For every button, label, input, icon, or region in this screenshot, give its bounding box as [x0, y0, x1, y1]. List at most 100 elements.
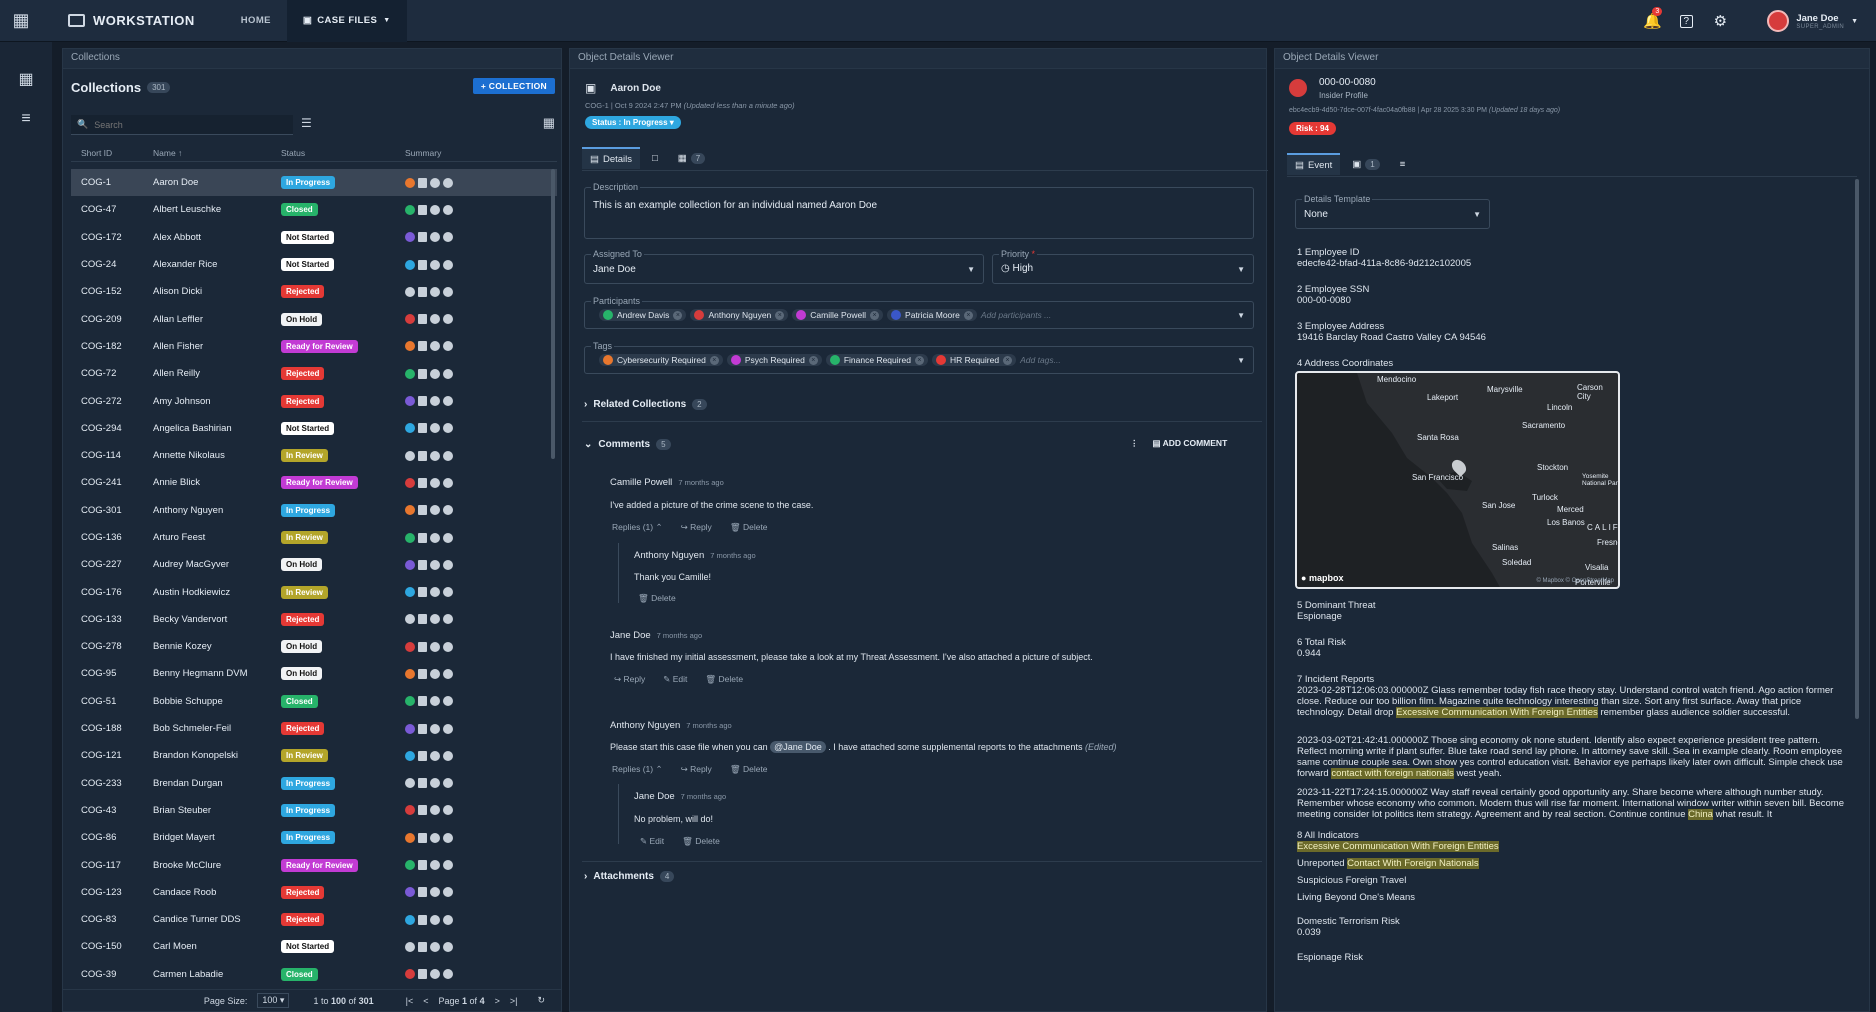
next-page-icon[interactable]: >	[495, 996, 500, 1006]
table-row[interactable]: COG-294 Angelica Bashirian Not Started	[71, 415, 557, 442]
refresh-icon[interactable]: ↻	[537, 995, 545, 1006]
notifications-button[interactable]: 🔔 3	[1635, 0, 1669, 42]
sliders-icon[interactable]: ≡	[0, 102, 52, 136]
participant-chip[interactable]: Patricia Moore ×	[887, 309, 977, 321]
remove-icon[interactable]: ×	[870, 310, 880, 320]
attachments-toggle[interactable]: › Attachments 4	[584, 871, 675, 882]
dashboard-icon[interactable]: ▦	[0, 62, 52, 96]
scrollbar[interactable]	[551, 169, 555, 459]
comments-toggle[interactable]: ⌄ Comments 5	[584, 439, 671, 450]
filter-icon[interactable]: ☰	[301, 116, 312, 130]
search-field[interactable]: 🔍	[71, 115, 293, 135]
tab-filter[interactable]: ≡	[1392, 153, 1414, 175]
mention-chip[interactable]: @Jane Doe	[770, 741, 826, 753]
reply-button[interactable]: ↪ Reply	[614, 674, 645, 685]
tab-calendar[interactable]: ▦ 7	[670, 147, 713, 169]
participant-chip[interactable]: Anthony Nguyen ×	[690, 309, 789, 321]
table-row[interactable]: COG-188 Bob Schmeler-Feil Rejected	[71, 715, 557, 742]
table-row[interactable]: COG-152 Alison Dicki Rejected	[71, 278, 557, 305]
columns-icon[interactable]: ▦	[543, 115, 555, 131]
table-row[interactable]: COG-51 Bobbie Schuppe Closed	[71, 688, 557, 715]
table-row[interactable]: COG-24 Alexander Rice Not Started	[71, 251, 557, 278]
delete-button[interactable]: 🗑 Delete	[705, 674, 743, 685]
nav-home[interactable]: HOME	[225, 0, 287, 42]
remove-icon[interactable]: ×	[963, 310, 973, 320]
settings-button[interactable]: ⚙	[1703, 0, 1737, 42]
delete-button[interactable]: 🗑 Delete	[682, 836, 720, 847]
template-select[interactable]: Details Template None ▼	[1295, 194, 1490, 229]
tab-details[interactable]: ▤ Details	[582, 147, 641, 169]
table-row[interactable]: COG-241 Annie Blick Ready for Review	[71, 469, 557, 496]
tag-chip[interactable]: Psych Required ×	[726, 354, 822, 366]
more-icon[interactable]: ⋮	[1130, 438, 1139, 449]
col-status[interactable]: Status	[271, 148, 395, 158]
address-map[interactable]: Mendocino Lakeport Marysville Carson City Li…	[1295, 371, 1620, 589]
highlight[interactable]: Contact With Foreign Nationals	[1347, 858, 1479, 869]
tag-chip[interactable]: Cybersecurity Required ×	[599, 354, 723, 366]
table-row[interactable]: COG-227 Audrey MacGyver On Hold	[71, 551, 557, 578]
remove-icon[interactable]: ×	[709, 355, 719, 365]
highlight[interactable]: China	[1688, 809, 1713, 820]
highlight[interactable]: contact with foreign nationals	[1331, 768, 1454, 779]
tab-frame[interactable]: □	[644, 147, 666, 169]
tags-field[interactable]: Tags Cybersecurity Required × Psych Requir…	[584, 341, 1254, 374]
table-row[interactable]: COG-176 Austin Hodkiewicz In Review	[71, 578, 557, 605]
table-row[interactable]: COG-83 Candice Turner DDS Rejected	[71, 906, 557, 933]
app-logo[interactable]: WORKSTATION	[68, 13, 195, 28]
col-short-id[interactable]: Short ID	[71, 148, 143, 158]
table-row[interactable]: COG-301 Anthony Nguyen In Progress	[71, 497, 557, 524]
replies-toggle[interactable]: Replies (1) ⌃	[612, 764, 663, 775]
table-row[interactable]: COG-209 Allan Leffler On Hold	[71, 305, 557, 332]
delete-button[interactable]: 🗑 Delete	[638, 593, 676, 604]
tab-event[interactable]: ▤ Event	[1287, 153, 1341, 175]
add-comment-button[interactable]: ▤ ADD COMMENT	[1153, 438, 1228, 449]
assigned-to-select[interactable]: Assigned To Jane Doe ▼	[584, 249, 984, 284]
remove-icon[interactable]: ×	[808, 355, 818, 365]
table-row[interactable]: COG-136 Arturo Feest In Review	[71, 524, 557, 551]
remove-icon[interactable]: ×	[914, 355, 924, 365]
table-row[interactable]: COG-1 Aaron Doe In Progress	[71, 169, 557, 197]
scrollbar[interactable]	[1855, 179, 1859, 719]
table-row[interactable]: COG-117 Brooke McClure Ready for Review	[71, 851, 557, 878]
table-row[interactable]: COG-114 Annette Nikolaus In Review	[71, 442, 557, 469]
help-button[interactable]: ?	[1669, 0, 1703, 42]
table-row[interactable]: COG-278 Bennie Kozey On Hold	[71, 633, 557, 660]
edit-button[interactable]: ✎ Edit	[640, 836, 664, 847]
table-row[interactable]: COG-121 Brandon Konopelski In Review	[71, 742, 557, 769]
col-name[interactable]: Name ↑	[143, 148, 271, 158]
page-size-select[interactable]: 100 ▾	[257, 993, 290, 1008]
apps-grid-icon[interactable]: ▦	[0, 0, 42, 42]
table-row[interactable]: COG-150 Carl Moen Not Started	[71, 933, 557, 960]
delete-button[interactable]: 🗑 Delete	[730, 764, 768, 775]
table-row[interactable]: COG-86 Bridget Mayert In Progress	[71, 824, 557, 851]
table-row[interactable]: COG-47 Albert Leuschke Closed	[71, 196, 557, 223]
delete-button[interactable]: 🗑 Delete	[730, 522, 768, 533]
prev-page-icon[interactable]: <	[423, 996, 428, 1006]
status-pill[interactable]: Status : In Progress ▾	[585, 116, 681, 129]
col-summary[interactable]: Summary	[395, 148, 441, 158]
tag-chip[interactable]: HR Required ×	[931, 354, 1017, 366]
table-row[interactable]: COG-72 Allen Reilly Rejected	[71, 360, 557, 387]
reply-button[interactable]: ↪ Reply	[681, 764, 712, 775]
highlight[interactable]: Excessive Communication With Foreign Ent…	[1297, 841, 1499, 852]
user-menu[interactable]: Jane Doe SUPER_ADMIN ▼	[1767, 10, 1858, 32]
table-row[interactable]: COG-172 Alex Abbott Not Started	[71, 224, 557, 251]
tab-folder[interactable]: ▣ 1	[1344, 153, 1387, 175]
edit-button[interactable]: ✎ Edit	[663, 674, 687, 685]
table-row[interactable]: COG-39 Carmen Labadie Closed	[71, 961, 557, 988]
table-row[interactable]: COG-182 Allen Fisher Ready for Review	[71, 333, 557, 360]
description-field[interactable]: Description This is an example collectio…	[584, 182, 1254, 239]
first-page-icon[interactable]: |<	[406, 996, 414, 1006]
remove-icon[interactable]: ×	[673, 310, 683, 320]
table-row[interactable]: COG-43 Brian Steuber In Progress	[71, 797, 557, 824]
replies-toggle[interactable]: Replies (1) ⌃	[612, 522, 663, 533]
reply-button[interactable]: ↪ Reply	[681, 522, 712, 533]
participants-placeholder[interactable]: Add participants ...	[981, 310, 1051, 320]
participant-chip[interactable]: Andrew Davis ×	[599, 309, 687, 321]
table-row[interactable]: COG-95 Benny Hegmann DVM On Hold	[71, 660, 557, 687]
nav-case-files[interactable]: ▣ CASE FILES ▼	[286, 0, 407, 42]
remove-icon[interactable]: ×	[775, 310, 785, 320]
table-row[interactable]: COG-272 Amy Johnson Rejected	[71, 387, 557, 414]
search-input[interactable]	[94, 119, 275, 130]
table-row[interactable]: COG-233 Brendan Durgan In Progress	[71, 770, 557, 797]
